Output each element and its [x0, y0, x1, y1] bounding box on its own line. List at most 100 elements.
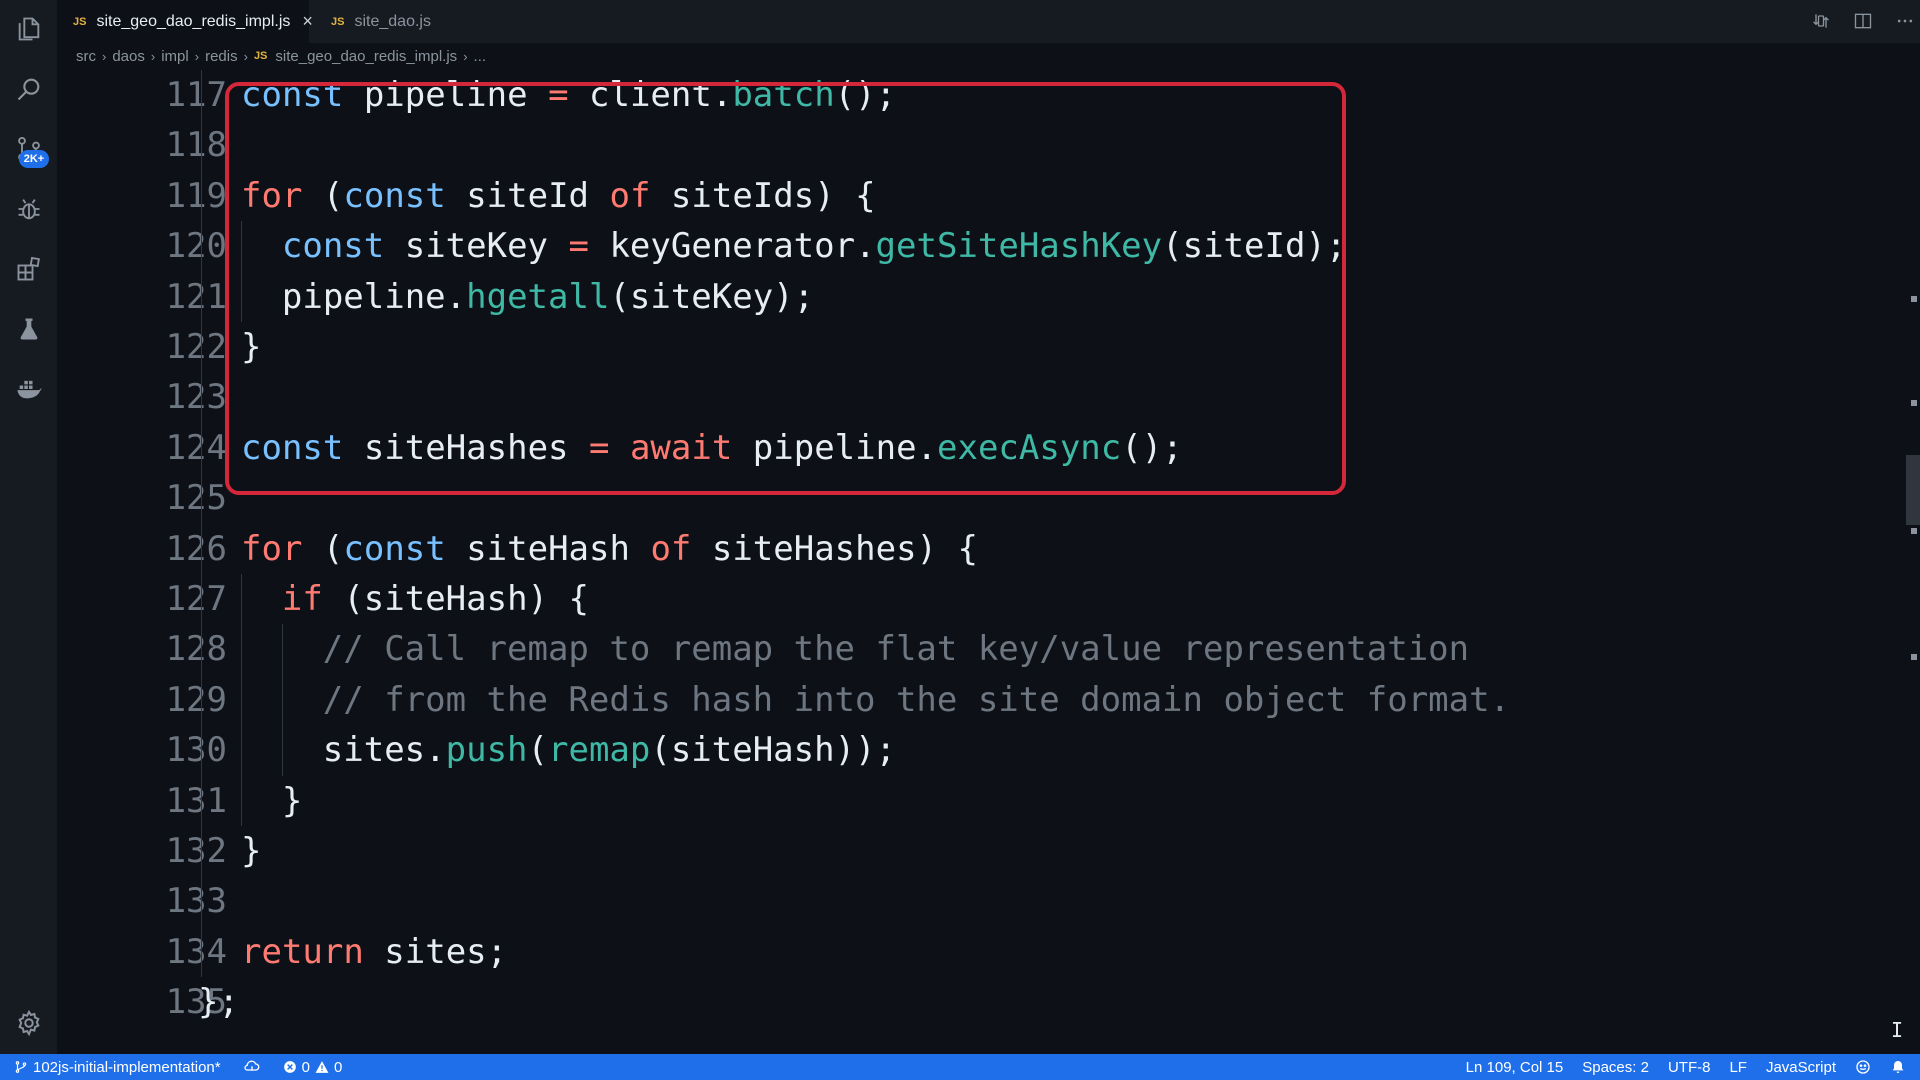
code-text: // from the Redis hash into the site dom… — [322, 679, 1511, 720]
indent-guide — [281, 725, 283, 776]
code-text: } — [241, 831, 262, 871]
git-branch[interactable]: 102js-initial-implementation* — [14, 1059, 221, 1076]
indent-guide — [281, 624, 283, 675]
line-number: 118 — [165, 125, 227, 166]
debug-icon[interactable] — [14, 194, 44, 224]
line-number: 121 — [165, 276, 227, 317]
error-icon — [283, 1061, 296, 1073]
notifications-bell-icon[interactable] — [1890, 1059, 1906, 1075]
testing-flask-icon[interactable] — [14, 314, 44, 344]
code-line[interactable]: 128 // Call remap to remap the flat key/v… — [57, 624, 1857, 674]
close-icon[interactable]: × — [302, 11, 313, 32]
code-text: }; — [198, 982, 239, 1023]
indent-guide — [241, 775, 242, 826]
line-number: 119 — [165, 175, 227, 216]
chevron-right-icon: › — [150, 48, 156, 64]
tab-label: site_dao.js — [354, 12, 431, 30]
language-mode[interactable]: JavaScript — [1766, 1059, 1836, 1076]
overview-ruler-marker — [1911, 400, 1917, 406]
explorer-icon[interactable] — [14, 14, 44, 44]
chevron-right-icon: › — [194, 48, 200, 64]
error-count: 0 — [301, 1058, 310, 1076]
breadcrumb-item[interactable]: impl — [161, 48, 189, 65]
indent-guide — [241, 674, 242, 726]
chevron-right-icon: › — [243, 48, 248, 64]
code-text: sites.push(remap(siteHash)); — [322, 730, 896, 771]
code-line[interactable]: 131} — [57, 776, 1857, 826]
warning-count: 0 — [333, 1058, 343, 1076]
javascript-file-icon: JS — [331, 15, 345, 28]
javascript-file-icon: JS — [253, 50, 268, 62]
settings-gear-icon[interactable] — [14, 1008, 44, 1038]
line-number: 123 — [165, 377, 227, 418]
extensions-icon[interactable] — [14, 254, 44, 284]
breadcrumb-item[interactable]: src — [76, 48, 96, 65]
tab-site-dao[interactable]: JS site_dao.js — [315, 0, 445, 43]
code-line[interactable]: 134 return sites; — [57, 927, 1857, 977]
tab-bar: JS site_geo_dao_redis_impl.js × JS site_… — [57, 0, 1920, 43]
search-icon[interactable] — [14, 74, 44, 104]
activity-bar: 2K+ — [0, 0, 57, 1054]
line-number: 131 — [165, 780, 227, 821]
line-number: 125 — [165, 478, 227, 519]
chevron-right-icon: › — [102, 48, 107, 64]
indent-guide — [201, 70, 202, 978]
vertical-scrollbar[interactable] — [1906, 70, 1920, 1054]
indent-guide — [241, 725, 242, 776]
warning-icon — [315, 1061, 329, 1073]
editor-actions — [1809, 9, 1917, 33]
source-control-badge: 2K+ — [19, 150, 49, 168]
breadcrumb-file-label: site_geo_dao_redis_impl.js — [275, 47, 458, 65]
git-branch-icon — [15, 1061, 27, 1073]
code-line[interactable]: 135}; — [57, 977, 1857, 1027]
overview-ruler-marker — [1911, 296, 1917, 302]
line-number: 128 — [165, 629, 227, 670]
line-number: 133 — [165, 881, 227, 922]
text-cursor-icon: I — [1891, 1018, 1904, 1042]
compare-changes-icon[interactable] — [1809, 9, 1833, 33]
code-line[interactable]: 126 for (const siteHash of siteHashes) { — [57, 524, 1857, 574]
code-text: if (siteHash) { — [281, 579, 589, 619]
line-number: 129 — [165, 679, 227, 720]
chevron-right-icon: › — [463, 48, 468, 64]
breadcrumb-more[interactable]: ... — [474, 48, 487, 65]
split-editor-icon[interactable] — [1851, 9, 1875, 33]
breadcrumb-file[interactable]: JS site_geo_dao_redis_impl.js — [254, 48, 457, 65]
problems-indicator[interactable]: 0 0 — [283, 1058, 343, 1076]
breadcrumb-item[interactable]: redis — [205, 48, 238, 65]
scrollbar-thumb[interactable] — [1906, 455, 1920, 525]
code-line[interactable]: 133 — [57, 876, 1857, 926]
encoding[interactable]: UTF-8 — [1668, 1059, 1711, 1076]
code-line[interactable]: 127 if (siteHash) { — [57, 574, 1857, 624]
line-number: 126 — [165, 528, 227, 569]
code-text: return sites; — [241, 931, 508, 972]
code-text: // Call remap to remap the flat key/valu… — [322, 629, 1470, 670]
status-bar: 102js-initial-implementation* 0 0 Ln 109… — [0, 1054, 1920, 1080]
breadcrumb-item[interactable]: daos — [112, 48, 145, 65]
code-editor[interactable]: 117 const pipeline = client.batch(); 118 11… — [57, 70, 1920, 1054]
overview-ruler-marker — [1911, 528, 1917, 534]
line-number: 132 — [165, 831, 227, 871]
indentation[interactable]: Spaces: 2 — [1582, 1059, 1649, 1076]
line-number: 134 — [165, 931, 227, 972]
end-of-line[interactable]: LF — [1729, 1059, 1747, 1076]
indent-guide — [241, 624, 242, 675]
tab-label: site_geo_dao_redis_impl.js — [96, 12, 291, 30]
overview-ruler-marker — [1911, 654, 1917, 660]
more-actions-icon[interactable] — [1893, 9, 1917, 33]
docker-icon[interactable] — [14, 374, 44, 404]
breadcrumb: src › daos › impl › redis › JS site_geo_… — [57, 43, 1920, 69]
highlight-annotation-box — [225, 82, 1346, 495]
code-line[interactable]: 129 // from the Redis hash into the site … — [57, 675, 1857, 725]
code-text: for (const siteHash of siteHashes) { — [241, 528, 978, 569]
line-number: 130 — [165, 730, 227, 771]
sync-icon[interactable] — [243, 1058, 261, 1076]
cursor-position[interactable]: Ln 109, Col 15 — [1466, 1059, 1564, 1076]
line-number: 117 — [165, 75, 227, 115]
code-line[interactable]: 130 sites.push(remap(siteHash)); — [57, 725, 1857, 775]
feedback-icon[interactable] — [1855, 1059, 1871, 1075]
tab-site-geo-dao-redis-impl[interactable]: JS site_geo_dao_redis_impl.js × — [57, 0, 313, 43]
code-text: } — [281, 780, 303, 821]
line-number: 120 — [165, 226, 227, 267]
code-line[interactable]: 132} — [57, 826, 1857, 876]
